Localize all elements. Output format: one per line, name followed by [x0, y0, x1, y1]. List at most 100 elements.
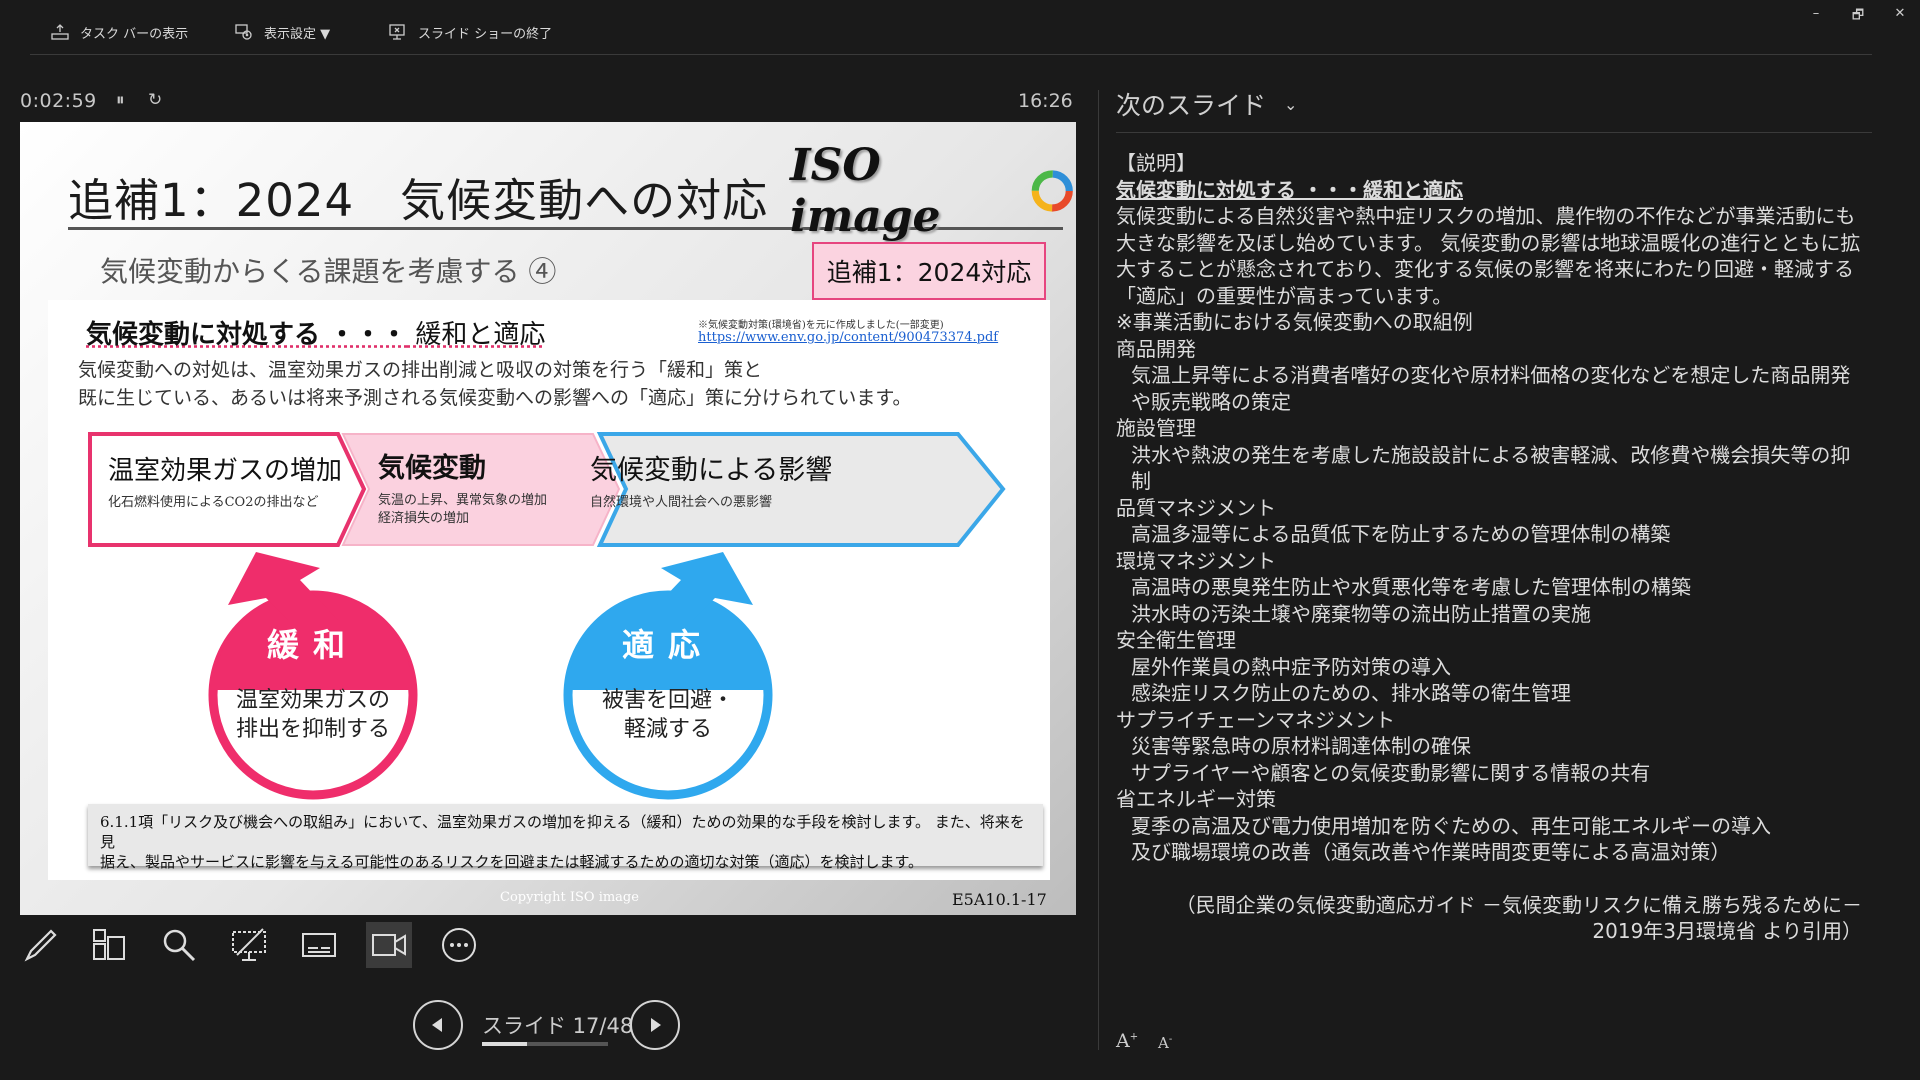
more-options-button[interactable] [436, 922, 482, 968]
flow-climate-title: 気候変動 [378, 453, 486, 484]
restore-icon[interactable]: 🗗 [1846, 6, 1870, 28]
pane-divider[interactable] [1098, 90, 1099, 1050]
minimize-icon[interactable]: – [1804, 6, 1828, 21]
pen-tool-button[interactable] [18, 922, 64, 968]
flow-impact-desc: 自然環境や人間社会への悪影響 [590, 495, 773, 510]
adaptation-line1: 被害を回避・ [601, 688, 734, 713]
notes-line: サプライヤーや顧客との気候変動影響に関する情報の共有 [1131, 760, 1651, 785]
logo-ring-icon [1032, 170, 1074, 212]
supplement-badge: 追補1：2024対応 [812, 242, 1046, 300]
more-icon [442, 928, 476, 962]
notes-line: 安全衛生管理 [1116, 628, 1236, 652]
slide-progress-fill [482, 1042, 527, 1046]
notes-line: 気候変動による自然災害や熱中症リスクの増加、農作物の不作などが事業活動にも大きな… [1116, 204, 1861, 308]
increase-font-icon: A [1116, 1030, 1130, 1052]
panel-heading-rest: 緩和と適応 [407, 320, 546, 350]
notes-rule [1116, 132, 1872, 133]
show-taskbar-label: タスク バーの表示 [80, 26, 189, 42]
mitigation-line2: 排出を抑制する [235, 717, 390, 742]
notes-line: 洪水や熱波の発生を考慮した施設設計による被害軽減、改修費や機会損失等の抑制 [1131, 442, 1851, 494]
notes-line: 高温時の悪臭発生防止や水質悪化等を考慮した管理体制の構築 [1131, 575, 1691, 599]
camera-button[interactable] [366, 922, 412, 968]
notes-line: 気候変動に対処する ・・・緩和と適応 [1116, 177, 1463, 202]
next-icon [651, 1018, 661, 1032]
footer-line: 据え、製品やサービスに影響を与える可能性のあるリスクを回避または軽減するための適… [100, 853, 924, 871]
decrease-font-icon: A [1158, 1034, 1169, 1052]
notes-line: 夏季の高温及び電力使用増加を防ぐための、再生可能エネルギーの導入 [1131, 813, 1771, 838]
body-line: 気候変動への対処は、温室効果ガスの排出削減と吸収の対策を行う「緩和」策と [78, 359, 763, 381]
next-slide-button[interactable] [630, 1000, 680, 1050]
grid-icon [93, 929, 125, 960]
adaptation-arrow [643, 552, 753, 620]
previous-slide-button[interactable] [413, 1000, 463, 1050]
current-slide[interactable]: 追補1：2024 気候変動への対応 ISO image 気候変動からくる課題を考… [20, 122, 1076, 915]
elapsed-timer: 0:02:59 [20, 90, 97, 112]
notes-line: 災害等緊急時の原材料調達体制の確保 [1131, 734, 1471, 758]
reset-timer-icon[interactable]: ↻ [148, 90, 162, 110]
magnifier-icon [163, 929, 196, 962]
notes-line: 省エネルギー対策 [1116, 787, 1276, 811]
flow-climate-desc2: 経済損失の増加 [378, 511, 470, 526]
decrease-font-button[interactable]: A- [1158, 1034, 1172, 1052]
panel-heading: 気候変動に対処する ・・・ 緩和と適応 [86, 314, 545, 351]
display-settings-icon [235, 24, 252, 40]
mitigation-arrow [228, 552, 338, 620]
display-settings-label: 表示設定 ▼ [264, 26, 331, 42]
speaker-notes[interactable]: 【説明】 気候変動に対処する ・・・緩和と適応 気候変動による自然災害や熱中症リスク… [1116, 150, 1862, 945]
end-slideshow-button[interactable]: スライド ショーの終了 [388, 20, 552, 44]
display-settings-button[interactable]: 表示設定 ▼ [234, 20, 330, 44]
next-slide-label: 次のスライド [1116, 91, 1267, 120]
slide-footer-note: 6.1.1項「リスク及び機会への取組み」において、温室効果ガスの増加を抑える（緩… [88, 804, 1043, 871]
footer-line: 6.1.1項「リスク及び機会への取組み」において、温室効果ガスの増加を抑える（緩… [100, 813, 1025, 851]
show-taskbar-button[interactable]: タスク バーの表示 [50, 20, 188, 44]
panel-body: 気候変動への対処は、温室効果ガスの排出削減と吸収の対策を行う「緩和」策と 既に生… [78, 356, 1038, 412]
zoom-button[interactable] [156, 922, 202, 968]
notes-line: 気温上昇等による消費者嗜好の変化や原材料価格の変化などを想定した商品開発や販売戦… [1131, 363, 1851, 414]
flow-climate-desc1: 気温の上昇、異常気象の増加 [378, 493, 548, 508]
black-screen-button[interactable] [226, 922, 272, 968]
mitigation-title: 緩和 [266, 626, 359, 664]
adaptation-title: 適応 [621, 626, 714, 664]
see-all-slides-button[interactable] [86, 922, 132, 968]
subtitles-icon [302, 933, 336, 957]
next-slide-dropdown[interactable]: 次のスライド ⌄ [1116, 86, 1297, 122]
subtitles-button[interactable] [296, 922, 342, 968]
camera-icon [372, 934, 406, 956]
slide-subtitle: 気候変動からくる課題を考慮する ④ [100, 255, 557, 288]
notes-line: 商品開発 [1116, 336, 1196, 361]
increase-font-button[interactable]: A+ [1116, 1030, 1138, 1052]
screen-slash-icon [232, 928, 266, 961]
adaptation-circle [563, 552, 773, 800]
notes-line: 高温多湿等による品質低下を防止するための管理体制の構築 [1131, 522, 1671, 546]
iso-image-logo: ISO image [790, 140, 1076, 242]
taskbar-icon [51, 24, 69, 40]
source-note: ※気候変動対策(環境省)を元に作成しました(一部変更) [698, 320, 944, 331]
chevron-down-icon: ⌄ [1284, 94, 1298, 114]
adaptation-line2: 軽減する [623, 717, 712, 742]
close-icon[interactable]: ✕ [1888, 6, 1912, 21]
clock: 16:26 [1018, 90, 1073, 112]
toolbar-divider [30, 54, 1872, 55]
slide-counter: スライド 17/48 [482, 1014, 634, 1038]
notes-line: サプライチェーンマネジメント [1116, 707, 1395, 732]
notes-line: 品質マネジメント [1116, 495, 1276, 520]
notes-line: 環境マネジメント [1116, 548, 1276, 573]
logo-text: ISO image [790, 140, 941, 242]
source-link[interactable]: https://www.env.go.jp/content/900473374.… [698, 330, 998, 345]
mitigation-line1: 温室効果ガスの [235, 688, 390, 713]
notes-line: 感染症リスク防止のための、排水路等の衛生管理 [1131, 681, 1571, 705]
panel-heading-bold: 気候変動に対処する ・・・ [86, 320, 408, 350]
pen-icon [24, 929, 57, 962]
notes-line: 施設管理 [1116, 416, 1196, 440]
slide-title: 追補1：2024 気候変動への対応 [68, 174, 769, 227]
slide-code: E5A10.1-17 [952, 890, 1047, 909]
notes-line: ※事業活動における気候変動への取組例 [1116, 310, 1473, 334]
notes-line: 【説明】 [1116, 151, 1196, 175]
flow-impact-title: 気候変動による影響 [590, 455, 833, 486]
copyright: Copyright ISO image [500, 890, 639, 905]
notes-line: 洪水時の汚染土壌や廃棄物等の流出防止措置の実施 [1131, 601, 1591, 626]
pause-icon[interactable]: ⏸ [116, 90, 125, 110]
notes-line: （民間企業の気候変動適応ガイド －気候変動リスクに備え勝ち残るために－ 2019… [1175, 892, 1862, 944]
body-line: 既に生じている、あるいは将来予測される気候変動への影響への「適応」策に分けられて… [78, 387, 912, 409]
end-slideshow-label: スライド ショーの終了 [418, 26, 553, 42]
